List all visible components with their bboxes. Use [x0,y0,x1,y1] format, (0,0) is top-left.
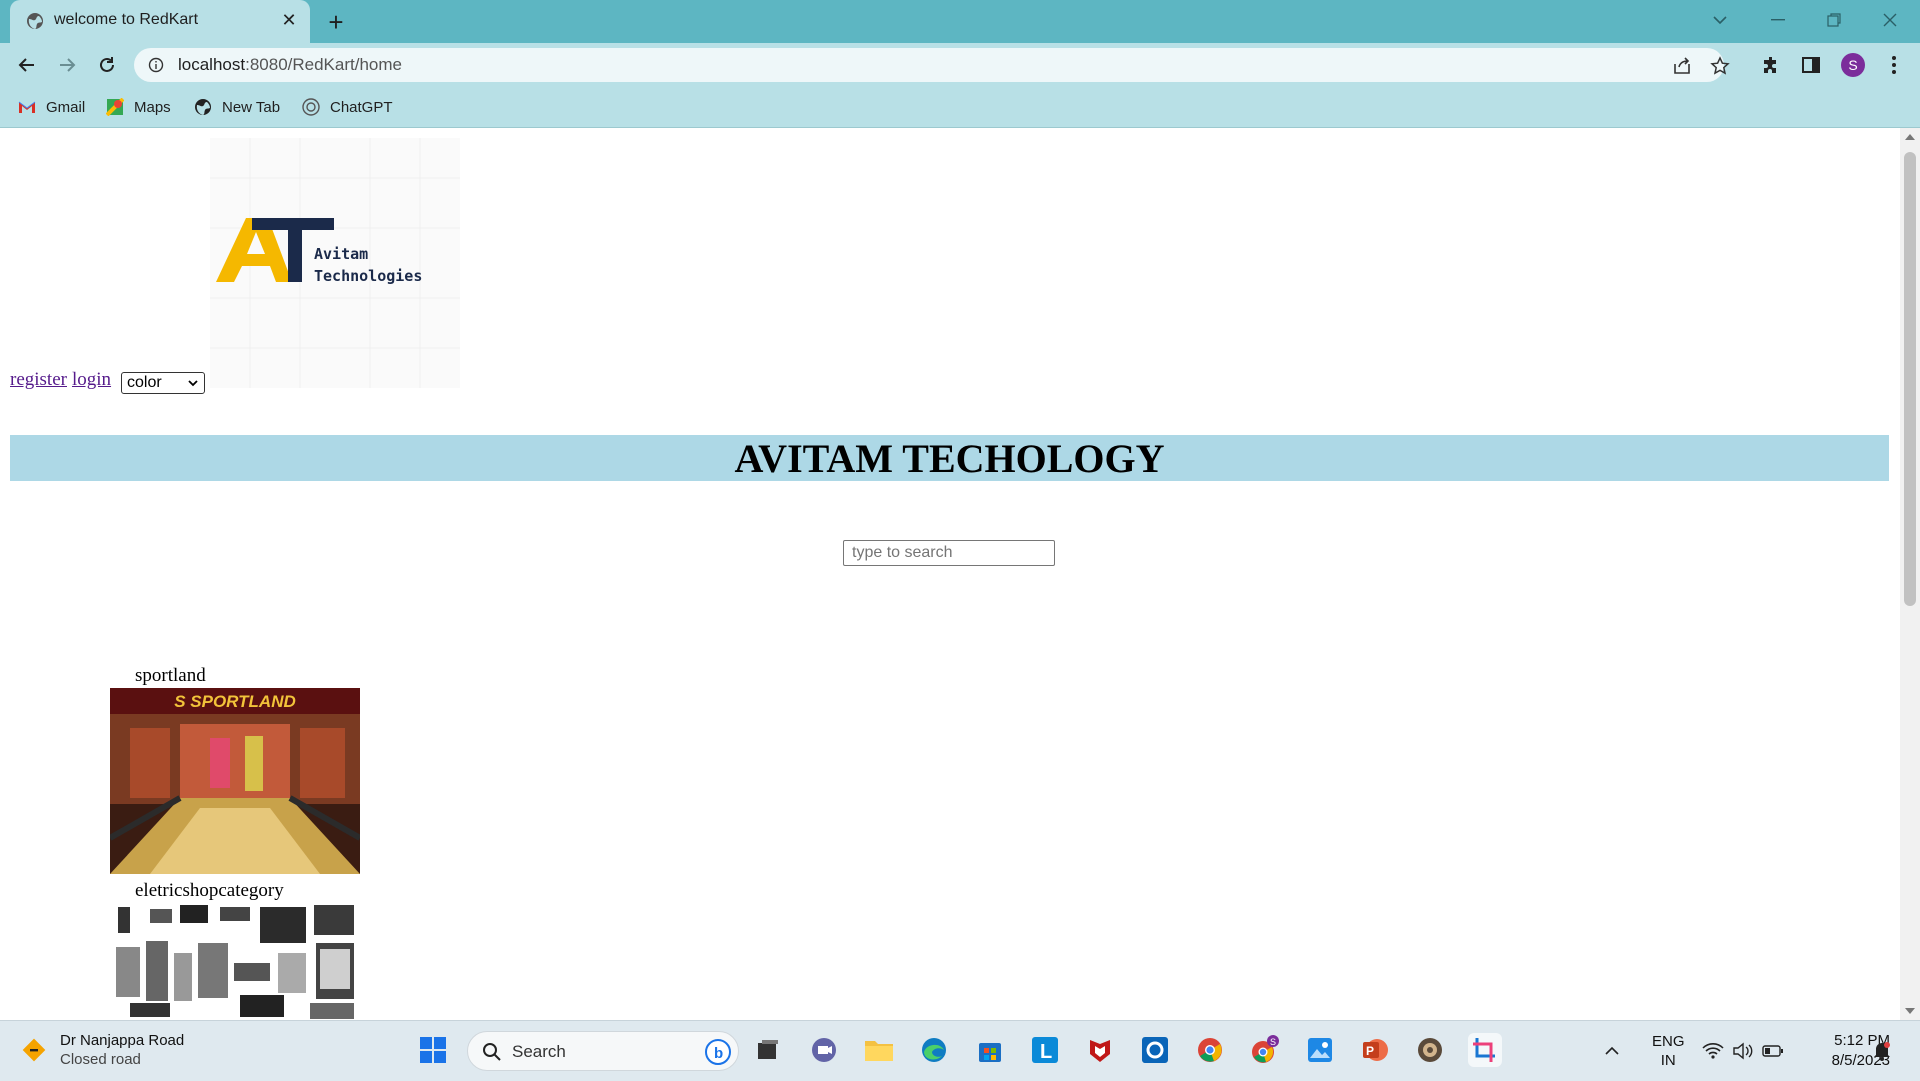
address-bar[interactable]: localhost:8080/RedKart/home [134,48,1730,82]
reload-button[interactable] [92,50,122,80]
bookmark-star-icon[interactable] [1709,55,1731,77]
chrome-icon[interactable] [1193,1033,1227,1067]
snipping-tool-icon[interactable] [1468,1033,1502,1067]
avitam-logo: Avitam Technologies [210,138,460,388]
page-title-banner: AVITAM TECHOLOGY [10,435,1889,481]
page-scrollbar[interactable] [1900,128,1920,1020]
bing-icon: b [705,1039,731,1065]
login-link[interactable]: login [72,369,111,390]
svg-text:S: S [1270,1037,1276,1047]
l-app-icon[interactable]: L [1028,1033,1062,1067]
scrollbar-thumb[interactable] [1904,152,1916,606]
gmail-icon [18,101,36,113]
bookmarks-bar: Gmail Maps New Tab ChatGPT [0,87,1920,128]
wifi-icon[interactable] [1702,1021,1724,1081]
powerpoint-icon[interactable]: P [1358,1033,1392,1067]
file-explorer-icon[interactable] [862,1033,896,1067]
windows-taskbar: Dr Nanjappa Road Closed road Search b L … [0,1020,1920,1081]
battery-icon[interactable] [1762,1021,1784,1081]
scroll-down-icon[interactable] [1905,1008,1915,1014]
new-tab-button[interactable]: + [322,7,350,37]
weather-title: Dr Nanjappa Road [60,1032,185,1049]
globe-icon [195,99,211,115]
electronics-image[interactable] [110,903,360,1020]
bookmark-new-tab[interactable]: New Tab [194,95,280,119]
language-indicator[interactable]: ENG IN [1652,1021,1685,1081]
chrome-profile-icon[interactable]: S [1248,1033,1282,1067]
close-tab-icon[interactable]: ✕ [278,9,300,31]
url-text: localhost:8080/RedKart/home [178,55,402,74]
profile-avatar[interactable]: S [1841,53,1865,77]
tab-search-icon[interactable] [1692,0,1748,40]
restore-button[interactable] [1806,0,1862,40]
taskbar-search[interactable]: Search b [467,1031,739,1071]
volume-icon[interactable] [1732,1021,1754,1081]
category-label-sportland: sportland [135,665,206,686]
photos-icon[interactable] [1303,1033,1337,1067]
tab-title: welcome to RedKart [54,11,199,28]
task-view-icon[interactable] [751,1033,785,1067]
traffic-alert-icon [22,1038,46,1062]
close-window-button[interactable] [1862,0,1918,40]
notification-bell-icon[interactable] [1872,1021,1892,1081]
cortana-icon[interactable] [1138,1033,1172,1067]
bookmark-gmail[interactable]: Gmail [18,95,85,119]
register-link[interactable]: register [10,369,67,390]
start-button[interactable] [416,1033,450,1067]
weather-subtitle: Closed road [60,1051,141,1068]
globe-icon [27,13,43,29]
scroll-up-icon[interactable] [1905,134,1915,140]
svg-text:L: L [1040,1041,1052,1063]
edge-browser-icon[interactable] [917,1033,951,1067]
show-hidden-icons[interactable] [1604,1021,1620,1081]
side-panel-icon[interactable] [1797,51,1825,79]
forward-button[interactable] [52,50,82,80]
svg-text:Technologies: Technologies [314,267,422,285]
microsoft-store-icon[interactable] [973,1033,1007,1067]
site-info-icon[interactable] [148,57,164,73]
extensions-icon[interactable] [1757,51,1785,79]
menu-kebab-icon[interactable] [1880,51,1908,79]
search-icon [483,1043,501,1061]
back-button[interactable] [12,50,42,80]
chatgpt-icon [302,98,320,116]
svg-text:S SPORTLAND: S SPORTLAND [174,692,296,711]
browser-tab[interactable]: welcome to RedKart ✕ [10,0,310,43]
browser-toolbar: localhost:8080/RedKart/home S [0,43,1920,87]
bookmark-chatgpt[interactable]: ChatGPT [302,95,393,119]
minimize-button[interactable] [1750,0,1806,40]
color-select[interactable]: color [121,372,205,394]
share-icon[interactable] [1671,55,1693,77]
tab-strip: welcome to RedKart ✕ + [0,0,1920,43]
auth-links: register login [10,369,116,391]
teams-chat-icon[interactable] [807,1033,841,1067]
svg-text:Avitam: Avitam [314,245,368,263]
bookmark-maps[interactable]: Maps [106,95,171,119]
sportland-image[interactable]: S SPORTLAND [110,688,360,874]
maps-icon [106,98,124,116]
svg-text:P: P [1366,1044,1374,1058]
mcafee-icon[interactable] [1083,1033,1117,1067]
search-input[interactable] [843,540,1055,566]
svg-text:b: b [714,1045,723,1062]
category-label-eletricshopcategory: eletricshopcategory [135,880,284,901]
web-page: Avitam Technologies register login color … [0,128,1900,1020]
weather-widget[interactable]: Dr Nanjappa Road Closed road [22,1031,184,1069]
chevron-down-icon [188,380,198,387]
settings-gear-icon[interactable] [1413,1033,1447,1067]
